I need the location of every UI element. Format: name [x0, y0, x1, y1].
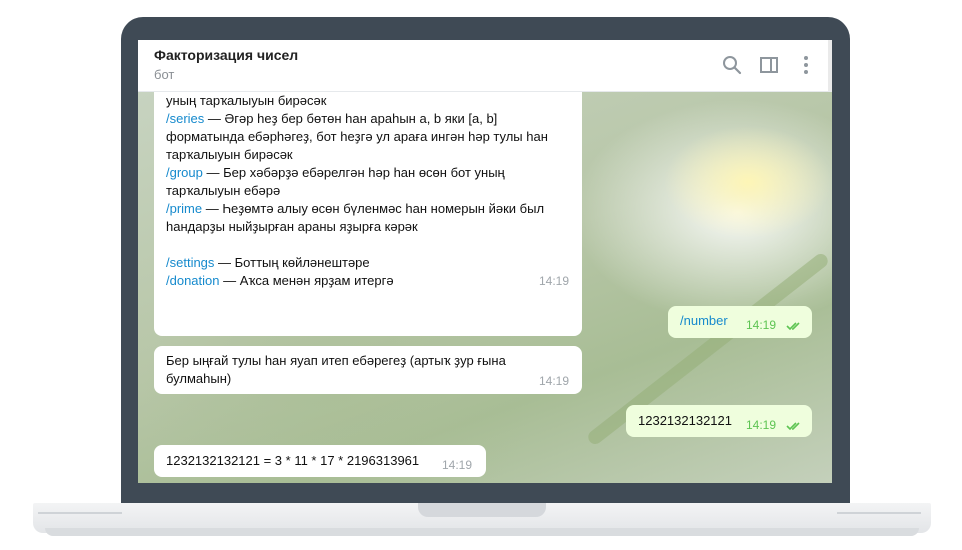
chat-header: Факторизация чисел бот — [138, 40, 832, 92]
laptop-notch — [418, 503, 546, 517]
message-result[interactable]: 1232132132121 = 3 * 11 * 17 * 2196313961… — [154, 445, 486, 477]
help-line-8: һандарҙы ныйҙырған араны яҙырға кәрәк — [166, 218, 418, 236]
laptop-edge-right — [837, 512, 921, 514]
help-line-7: /prime — Һеҙөмтә алыу өсөн бүленмәс һан … — [166, 200, 544, 218]
prompt-line-2: булмаһын) — [166, 371, 232, 386]
telegram-window: Факторизация чисел бот уның тарҡалыуын б… — [138, 40, 832, 483]
command-group[interactable]: /group — [166, 165, 203, 180]
help-text: тарҡалыуын ебәрә — [166, 183, 281, 198]
double-check-icon — [786, 322, 800, 331]
help-line-5: /group — Бер хәбәрҙә ебәрелгән һәр һан ө… — [166, 164, 505, 182]
sidebar-toggle-icon[interactable] — [757, 53, 781, 77]
help-line-10: /donation — Аҡса менән ярҙам итергә — [166, 272, 394, 290]
help-text: һандарҙы ныйҙырған араны яҙырға кәрәк — [166, 219, 418, 234]
message-time: 14:19 — [442, 458, 473, 472]
message-time: 14:19 — [746, 318, 777, 332]
header-scrollbar[interactable] — [828, 40, 832, 91]
laptop-base-shadow — [45, 528, 919, 536]
search-icon[interactable] — [720, 53, 744, 77]
chat-title[interactable]: Факторизация чисел — [154, 47, 298, 63]
help-line-2: /series — Әгәр һеҙ бер бөтөн һан араһын … — [166, 110, 497, 128]
help-line-1: уның тарҡалыуын бирәсәк — [166, 92, 326, 110]
message-outgoing-value[interactable]: 1232132132121 14:19 — [626, 405, 812, 437]
laptop-edge-left — [38, 512, 122, 514]
help-line-6: тарҡалыуын ебәрә — [166, 182, 280, 200]
message-time: 14:19 — [539, 374, 570, 388]
more-vertical-icon[interactable] — [794, 53, 818, 77]
help-text: — Һеҙөмтә алыу өсөн бүленмәс һан номерын… — [202, 201, 545, 216]
command-donation[interactable]: /donation — [166, 273, 220, 288]
outgoing-command[interactable]: /number — [680, 312, 728, 330]
help-line-9: /settings — Боттың көйләнештәре — [166, 254, 370, 272]
message-time: 14:19 — [746, 418, 777, 432]
message-help[interactable]: уның тарҡалыуын бирәсәк /series — Әгәр һ… — [154, 92, 582, 336]
help-text: — Боттың көйләнештәре — [214, 255, 370, 270]
chat-area[interactable]: уның тарҡалыуын бирәсәк /series — Әгәр һ… — [138, 92, 832, 483]
command-series[interactable]: /series — [166, 111, 204, 126]
outgoing-value: 1232132132121 — [638, 413, 732, 428]
message-time: 14:19 — [539, 274, 570, 288]
chat-subtitle: бот — [154, 67, 175, 82]
help-text: — Бер хәбәрҙә ебәрелгән һәр һан өсөн бот… — [202, 165, 505, 180]
command-prime[interactable]: /prime — [166, 201, 202, 216]
help-text: уның тарҡалыуын бирәсәк — [166, 93, 327, 108]
help-text: форматында ебәрһәгеҙ, бот һеҙгә ул арағa… — [166, 129, 548, 144]
help-line-4: тарҡалыуын бирәсәк — [166, 146, 293, 164]
message-outgoing-number[interactable]: /number 14:19 — [668, 306, 812, 338]
double-check-icon — [786, 422, 800, 431]
factorization-result: 1232132132121 = 3 * 11 * 17 * 2196313961 — [166, 453, 420, 468]
help-text: — Аҡса менән ярҙам итергә — [219, 273, 394, 288]
prompt-line-1: Бер ыңғай тулы һан яуап итеп ебәрегеҙ (а… — [166, 353, 506, 368]
message-prompt[interactable]: Бер ыңғай тулы һан яуап итеп ебәрегеҙ (а… — [154, 346, 582, 394]
command-settings[interactable]: /settings — [166, 255, 214, 270]
help-text: — Әгәр һеҙ бер бөтөн һан араһын a, b яки… — [204, 111, 498, 126]
help-text: тарҡалыуын бирәсәк — [166, 147, 293, 162]
help-line-3: форматында ебәрһәгеҙ, бот һеҙгә ул арағa… — [166, 128, 548, 146]
